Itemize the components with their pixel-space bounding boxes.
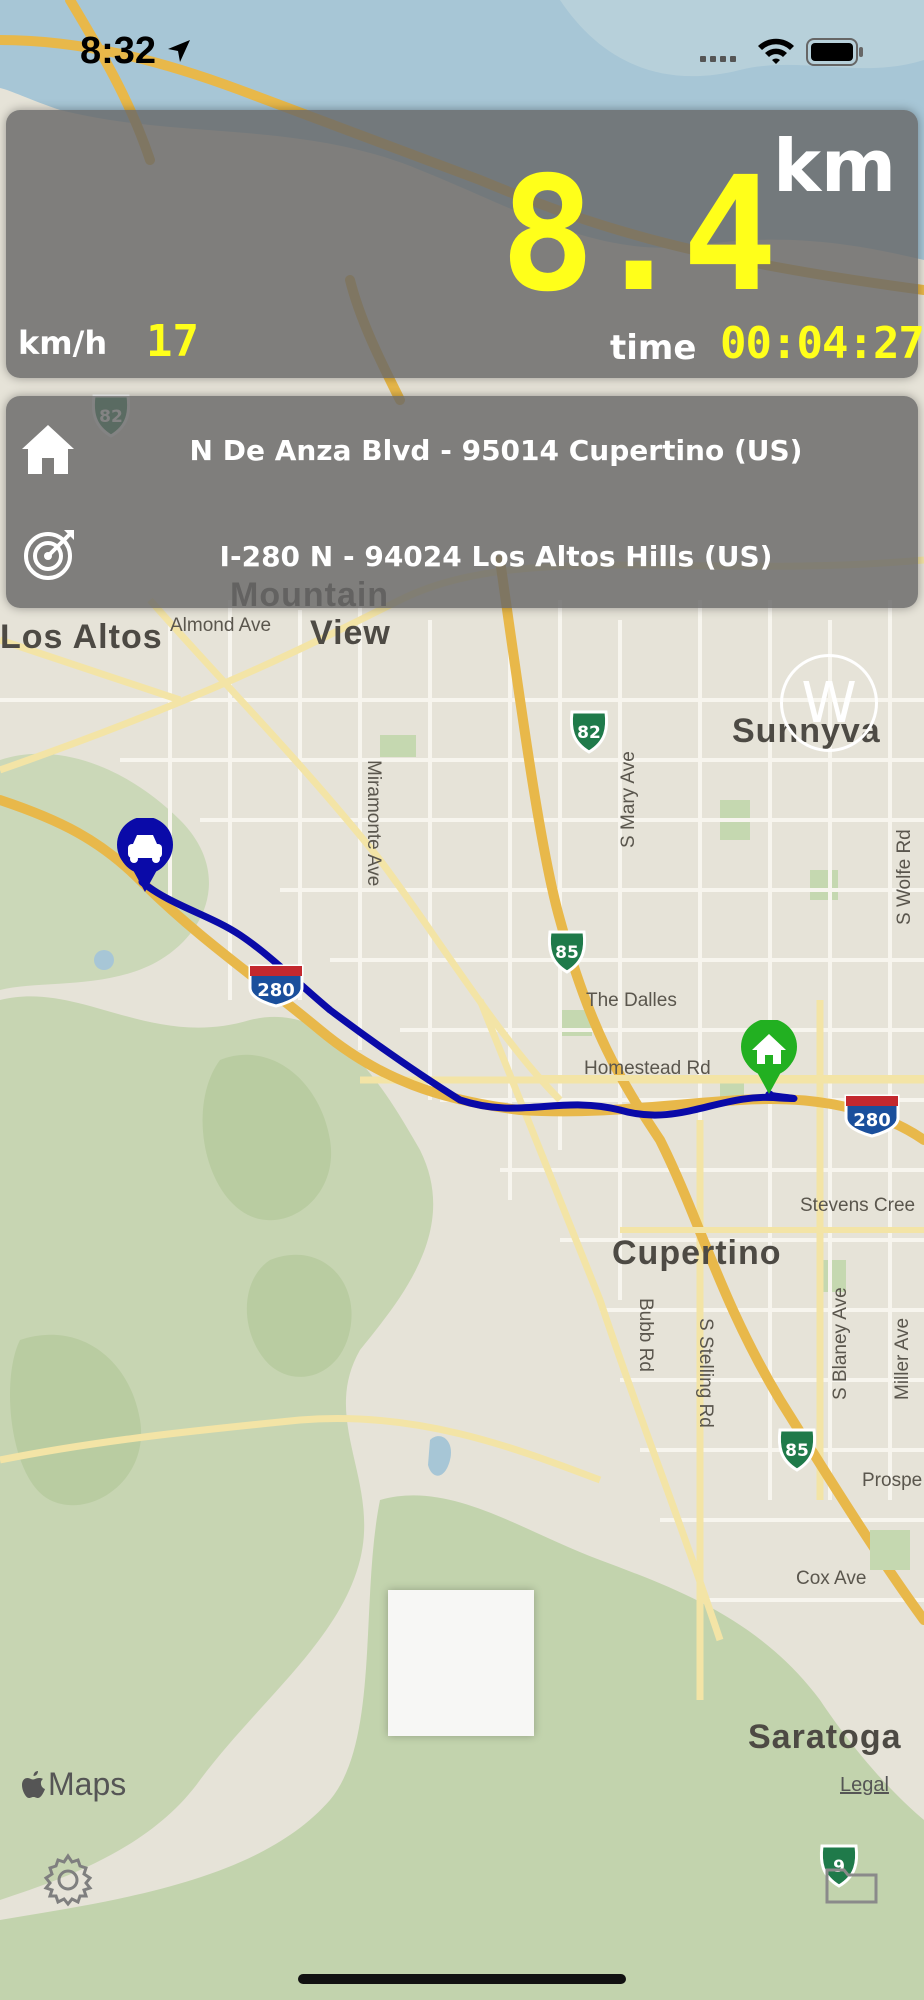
distance-value: 8.4 [500,143,777,327]
action-button[interactable] [388,1590,534,1736]
street-label: Homestead Rd [584,1058,711,1079]
location-arrow-icon [168,40,190,62]
speed-value: 17 [146,316,199,367]
elapsed-time: 00:04:27 [720,318,924,369]
status-time: 8:32 [80,30,157,72]
apple-logo-icon [22,1770,45,1798]
status-bar: 8:32 [0,0,924,104]
shield-label: 280 [257,980,295,1001]
gear-icon[interactable] [40,1852,96,1908]
battery-icon [806,38,863,66]
route-82-shield: 82 [569,710,609,754]
compass-button[interactable]: W [780,654,878,752]
shield-label: 280 [853,1110,891,1131]
street-label: S Stelling Rd [695,1318,716,1428]
route-85-shield: 85 [777,1428,817,1472]
time-label: time [610,328,697,368]
destination-address: I-280 N - 94024 Los Altos Hills (US) [219,540,773,573]
home-indicator[interactable] [298,1974,626,1984]
shield-label: 85 [555,943,579,963]
home-marker-icon[interactable] [738,1020,800,1096]
street-label: Miramonte Ave [363,760,384,887]
street-label: The Dalles [586,990,677,1011]
start-address: N De Anza Blvd - 95014 Cupertino (US) [189,434,803,467]
interstate-280-shield: 280 [844,1094,900,1138]
street-label: S Blaney Ave [830,1287,851,1400]
maps-attribution: Maps [22,1766,126,1803]
compass-label: W [801,670,857,736]
street-label: Cox Ave [796,1568,867,1589]
route-panel: N De Anza Blvd - 95014 Cupertino (US) I-… [6,396,918,608]
interstate-280-shield: 280 [248,964,304,1008]
street-label: Almond Ave [170,615,272,636]
folder-icon[interactable] [824,1862,880,1906]
target-icon [24,530,74,580]
city-label-view: View [310,614,391,652]
street-label: Bubb Rd [635,1298,656,1372]
shield-label: 82 [577,723,601,743]
street-label: Miller Ave [892,1317,913,1400]
distance-unit: km [773,124,896,208]
city-label-cupertino: Cupertino [612,1234,782,1272]
car-marker-icon[interactable] [114,818,176,894]
city-label-los-altos: Los Altos [0,618,163,656]
street-label: S Wolfe Rd [894,829,915,925]
city-label-saratoga: Saratoga [748,1718,902,1756]
legal-link[interactable]: Legal [840,1774,889,1797]
street-label: S Mary Ave [618,751,639,848]
maps-attribution-label: Maps [48,1766,127,1802]
speed-unit: km/h [18,324,108,362]
street-label: Stevens Cree [800,1195,916,1216]
route-85-shield: 85 [547,930,587,974]
shield-label: 85 [785,1441,809,1461]
app-screen: Mountain View Los Altos Sunnyva Cupertin… [0,0,924,2000]
wifi-icon [758,38,794,64]
trip-dashboard: km 8.4 km/h 17 time 00:04:27 [6,110,924,378]
cellular-signal-icon [700,56,736,62]
street-label: Prospe [862,1470,923,1491]
home-icon [22,425,74,474]
